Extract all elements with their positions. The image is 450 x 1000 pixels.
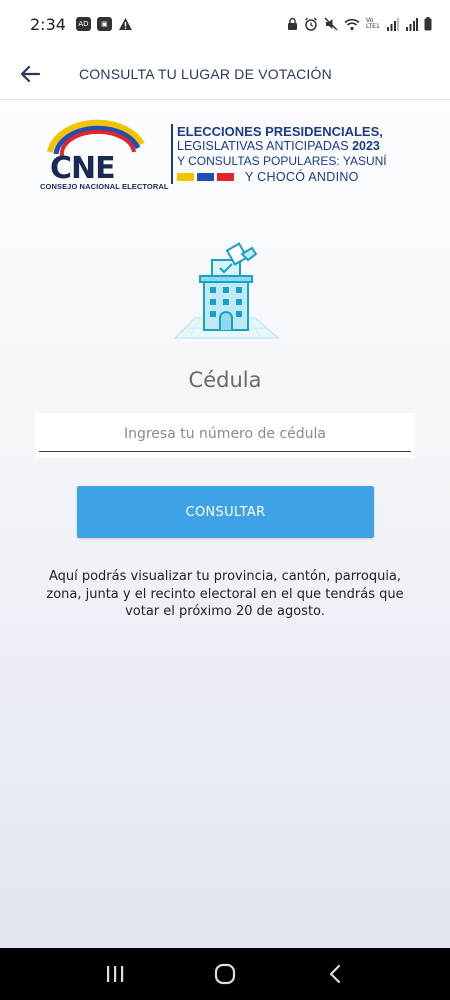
status-right-icons: Vo LTE1: [287, 17, 432, 31]
volte-label: Vo LTE1: [366, 17, 380, 30]
warning-icon: [118, 18, 132, 30]
signal-icon: [406, 17, 418, 31]
flag-blue-bar: [197, 173, 214, 181]
home-icon: [214, 963, 236, 985]
consultar-button[interactable]: CONSULTAR: [77, 486, 374, 538]
system-nav-bar: [0, 948, 450, 1000]
election-year: 2023: [352, 139, 380, 153]
recent-apps-button[interactable]: [85, 948, 145, 1000]
page-title: CONSULTA TU LUGAR DE VOTACIÓN: [79, 65, 332, 82]
lock-icon: [288, 17, 297, 30]
ad-icon: AD: [75, 17, 91, 31]
status-time: 2:34: [30, 14, 66, 34]
app-header: CONSULTA TU LUGAR DE VOTACIÓN: [0, 48, 450, 100]
info-text: Aquí podrás visualizar tu provincia, can…: [46, 569, 404, 619]
flag-yellow-bar: [177, 173, 194, 181]
election-title-block: ELECCIONES PRESIDENCIALES, LEGISLATIVAS …: [171, 124, 407, 184]
election-line-1: ELECCIONES PRESIDENCIALES,: [177, 124, 383, 139]
election-line-4: Y CHOCÓ ANDINO: [177, 170, 407, 184]
home-button[interactable]: [195, 948, 255, 1000]
arrow-left-icon: [20, 65, 40, 82]
recent-apps-icon: [107, 966, 124, 982]
back-icon: [329, 964, 341, 984]
back-button[interactable]: [0, 48, 60, 100]
cedula-label: Cédula: [188, 368, 262, 392]
cedula-input-container: [35, 413, 415, 458]
battery-icon: [424, 17, 432, 31]
flag-red-bar: [217, 173, 234, 181]
ballot-building-icon: [173, 242, 280, 339]
cne-brand-text: CNE: [50, 151, 115, 186]
election-line-4-text: Y CHOCÓ ANDINO: [245, 170, 359, 184]
status-bar: 2:34 AD ▣ Vo LTE1: [0, 0, 450, 48]
alarm-icon: [305, 17, 317, 31]
mute-icon: [324, 17, 338, 31]
nav-back-button[interactable]: [305, 948, 365, 1000]
cne-subtitle: CONSEJO NACIONAL ELECTORAL: [40, 182, 169, 191]
cedula-input[interactable]: [39, 417, 411, 452]
signal-icon: [387, 17, 399, 31]
status-left-icons: AD ▣: [75, 17, 133, 31]
app-icon: ▣: [96, 17, 112, 31]
election-line-2-text: LEGISLATIVAS ANTICIPADAS: [177, 139, 349, 153]
election-line-2: LEGISLATIVAS ANTICIPADAS 2023: [177, 139, 407, 154]
cne-logo-banner: CNE CONSEJO NACIONAL ELECTORAL ELECCIONE…: [40, 112, 410, 194]
wifi-icon: [344, 18, 360, 30]
election-line-3: Y CONSULTAS POPULARES: YASUNÍ: [177, 154, 387, 168]
